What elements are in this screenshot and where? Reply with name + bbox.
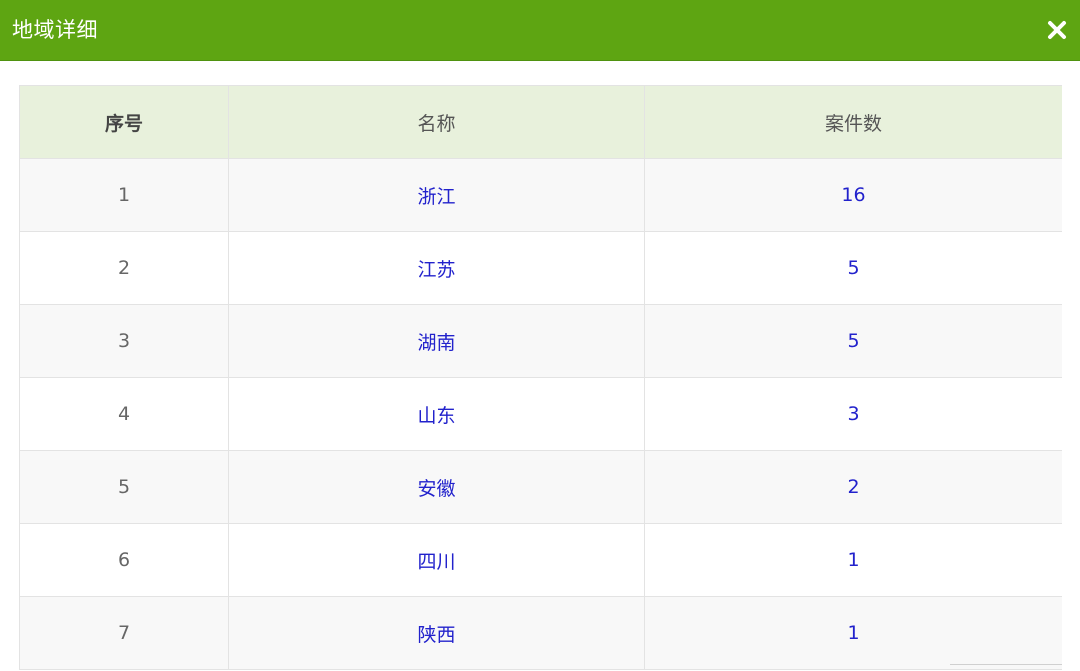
region-table: 序号 名称 案件数 1 浙江 16 2 江苏 5 3 湖南 5 4 山东 3 5…	[19, 85, 1062, 670]
case-count-link[interactable]: 5	[847, 257, 859, 279]
table-row: 2 江苏 5	[19, 231, 1062, 305]
row-name-cell: 陕西	[228, 596, 645, 670]
row-name-cell: 江苏	[228, 231, 645, 305]
row-count-cell: 5	[644, 231, 1062, 305]
row-name-cell: 安徽	[228, 450, 645, 524]
region-name-link[interactable]: 山东	[417, 405, 455, 427]
row-index: 6	[19, 523, 229, 597]
row-index: 3	[19, 304, 229, 378]
row-index: 1	[19, 158, 229, 232]
row-name-cell: 浙江	[228, 158, 645, 232]
case-count-link[interactable]: 2	[847, 476, 859, 498]
table-header-row: 序号 名称 案件数	[19, 85, 1062, 159]
row-index: 7	[19, 596, 229, 670]
region-table-container[interactable]: 序号 名称 案件数 1 浙江 16 2 江苏 5 3 湖南 5 4 山东 3 5…	[19, 85, 1062, 670]
row-name-cell: 山东	[228, 377, 645, 451]
case-count-link[interactable]: 5	[847, 330, 859, 352]
region-name-link[interactable]: 四川	[417, 551, 455, 573]
case-count-link[interactable]: 3	[847, 403, 859, 425]
row-name-cell: 湖南	[228, 304, 645, 378]
case-count-link[interactable]: 1	[847, 622, 859, 644]
row-count-cell: 3	[644, 377, 1062, 451]
column-header-count: 案件数	[644, 85, 1062, 159]
region-name-link[interactable]: 江苏	[417, 259, 455, 281]
row-index: 4	[19, 377, 229, 451]
row-count-cell: 1	[644, 596, 1062, 670]
region-name-link[interactable]: 浙江	[417, 186, 455, 208]
dialog-title: 地域详细	[12, 18, 98, 42]
table-row: 5 安徽 2	[19, 450, 1062, 524]
table-row: 3 湖南 5	[19, 304, 1062, 378]
close-icon	[1048, 21, 1066, 39]
region-name-link[interactable]: 湖南	[417, 332, 455, 354]
table-row: 4 山东 3	[19, 377, 1062, 451]
row-index: 2	[19, 231, 229, 305]
table-row: 7 陕西 1	[19, 596, 1062, 670]
region-name-link[interactable]: 安徽	[417, 478, 455, 500]
case-count-link[interactable]: 16	[841, 184, 865, 206]
case-count-link[interactable]: 1	[847, 549, 859, 571]
column-header-index: 序号	[19, 85, 229, 159]
table-row: 1 浙江 16	[19, 158, 1062, 232]
row-name-cell: 四川	[228, 523, 645, 597]
table-row: 6 四川 1	[19, 523, 1062, 597]
row-index: 5	[19, 450, 229, 524]
column-header-name: 名称	[228, 85, 645, 159]
row-count-cell: 5	[644, 304, 1062, 378]
row-count-cell: 1	[644, 523, 1062, 597]
region-name-link[interactable]: 陕西	[417, 624, 455, 646]
close-button[interactable]	[1044, 17, 1070, 43]
dialog-header: 地域详细	[0, 0, 1080, 61]
row-count-cell: 2	[644, 450, 1062, 524]
row-count-cell: 16	[644, 158, 1062, 232]
